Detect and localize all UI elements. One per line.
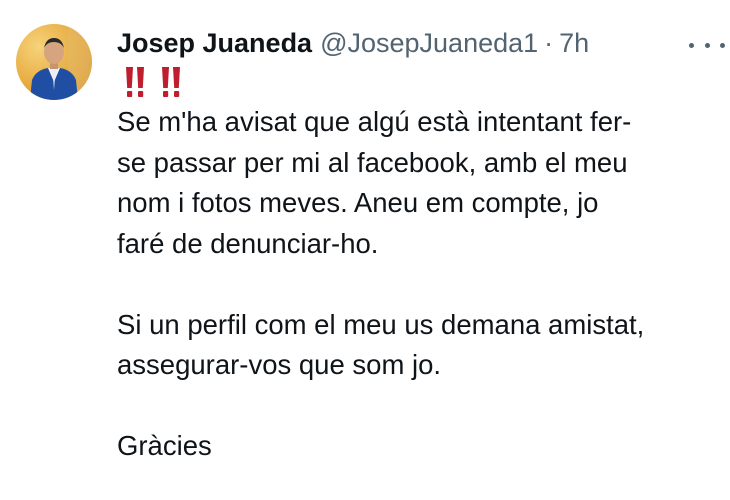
tweet-text-line: faré de denunciar-ho.	[117, 227, 379, 259]
double-exclamation-icon	[126, 67, 180, 97]
avatar-photo-icon	[16, 24, 92, 100]
more-horizontal-icon	[720, 42, 725, 48]
tweet[interactable]: Josep Juaneda @JosepJuaneda1 · 7h Se m'h…	[0, 0, 730, 500]
author-display-name[interactable]: Josep Juaneda	[117, 28, 312, 59]
tweet-text-line: nom i fotos meves. Aneu em compte, jo	[117, 187, 599, 218]
tweet-text-line: Si un perfil com el meu us demana amista…	[117, 308, 645, 340]
tweet-text-line: Gràcies	[117, 430, 212, 461]
tweet-text-line: assegurar-vos que som jo.	[117, 349, 442, 380]
tweet-text: Se m'ha avisat que algú està intentant f…	[117, 62, 725, 467]
more-options-button[interactable]	[689, 34, 725, 56]
more-horizontal-icon	[689, 42, 694, 48]
alert-emoji	[117, 62, 725, 102]
author-handle[interactable]: @JosepJuaneda1	[320, 28, 538, 59]
avatar[interactable]	[16, 24, 92, 100]
tweet-text-line: Se m'ha avisat que algú està intentant f…	[117, 106, 632, 137]
tweet-header: Josep Juaneda @JosepJuaneda1 · 7h	[117, 28, 589, 64]
tweet-text-line: se passar per mi al facebook, amb el meu	[117, 146, 628, 178]
tweet-timestamp[interactable]: 7h	[559, 28, 589, 59]
more-horizontal-icon	[704, 42, 710, 48]
header-separator: ·	[544, 28, 554, 58]
